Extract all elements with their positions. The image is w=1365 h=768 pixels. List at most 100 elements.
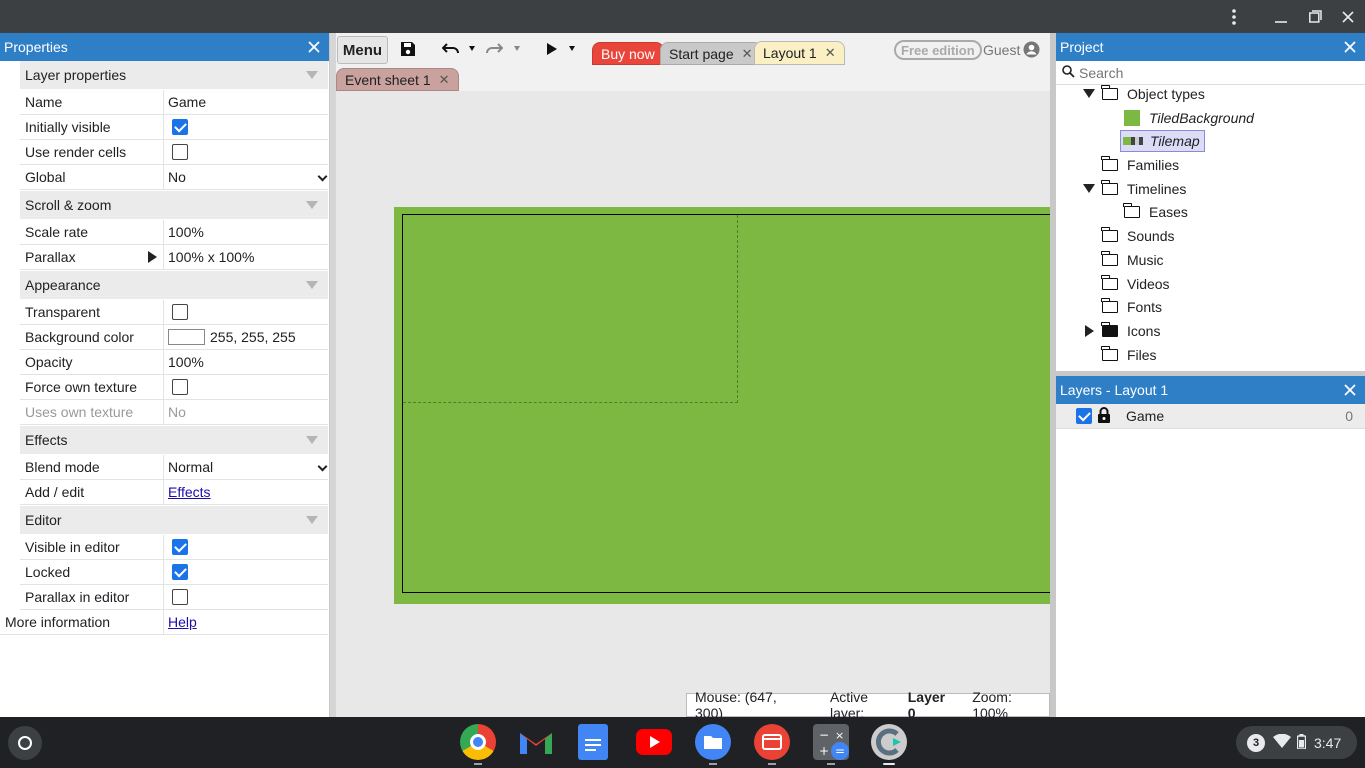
initially-visible-checkbox[interactable] — [172, 119, 188, 135]
global-select[interactable]: No — [164, 165, 328, 189]
opacity-value[interactable]: 100% — [164, 350, 328, 374]
svg-text:+: + — [819, 744, 829, 758]
name-value[interactable]: Game — [164, 90, 328, 114]
free-edition-badge[interactable]: Free edition — [894, 40, 982, 60]
collapse-arrow-icon[interactable] — [1083, 89, 1095, 98]
section-layer-properties[interactable]: Layer properties — [20, 61, 328, 89]
tree-label: Families — [1127, 157, 1180, 173]
collapse-icon[interactable] — [306, 281, 318, 289]
buy-now-tab[interactable]: Buy now — [592, 42, 664, 65]
collapse-icon[interactable] — [306, 71, 318, 79]
collapse-icon[interactable] — [306, 201, 318, 209]
visible-in-editor-checkbox[interactable] — [172, 539, 188, 555]
tree-videos[interactable]: Videos — [1101, 273, 1170, 295]
effects-link[interactable]: Effects — [168, 484, 211, 500]
minimize-icon[interactable] — [1264, 0, 1298, 33]
gmail-icon[interactable] — [518, 724, 554, 760]
tree-tiled-background[interactable]: TiledBackground — [1124, 107, 1254, 129]
close-tab-icon[interactable]: ✕ — [742, 46, 753, 62]
tab-layout-1[interactable]: Layout 1 ✕ — [754, 41, 845, 65]
redo-dropdown-icon[interactable] — [514, 46, 520, 51]
layout-view[interactable] — [336, 91, 1062, 717]
tree-families[interactable]: Families — [1101, 154, 1180, 176]
status-tray[interactable]: 3 3:47 — [1236, 726, 1357, 759]
scale-rate-value[interactable]: 100% — [164, 220, 328, 244]
more-options-icon[interactable] — [1217, 0, 1251, 33]
color-swatch[interactable] — [168, 329, 205, 345]
preview-play-icon[interactable] — [546, 42, 558, 59]
row-global: Global No — [20, 165, 328, 190]
launcher-button[interactable] — [8, 726, 42, 760]
svg-text:−: − — [819, 728, 829, 742]
layout-surface[interactable] — [394, 207, 1062, 604]
tree-object-types[interactable]: Object types — [1101, 83, 1205, 105]
tree-timelines[interactable]: Timelines — [1101, 178, 1186, 200]
tree-icons[interactable]: Icons — [1101, 320, 1161, 342]
collapse-icon[interactable] — [306, 436, 318, 444]
lock-icon[interactable] — [1097, 406, 1111, 426]
row-label: Parallax in editor — [20, 585, 164, 609]
row-label: Use render cells — [20, 140, 164, 164]
menu-button[interactable]: Menu — [337, 36, 388, 64]
youtube-icon[interactable] — [636, 729, 672, 755]
collapse-icon[interactable] — [306, 516, 318, 524]
preview-dropdown-icon[interactable] — [569, 46, 575, 51]
layer-row[interactable]: Game 0 — [1056, 404, 1365, 429]
search-input[interactable] — [1079, 64, 1349, 81]
tree-tilemap[interactable]: Tilemap — [1120, 130, 1205, 152]
collapse-arrow-icon[interactable] — [1083, 184, 1095, 193]
panel-splitter[interactable] — [330, 33, 336, 717]
close-window-icon[interactable] — [1331, 0, 1365, 33]
undo-icon[interactable] — [441, 42, 460, 59]
close-layers-icon[interactable] — [1341, 381, 1359, 399]
use-render-cells-checkbox[interactable] — [172, 144, 188, 160]
construct-icon[interactable] — [871, 724, 907, 760]
tab-start-page[interactable]: Start page ✕ — [660, 42, 762, 65]
undo-dropdown-icon[interactable] — [469, 46, 475, 51]
parallax-in-editor-checkbox[interactable] — [172, 589, 188, 605]
tree-music[interactable]: Music — [1101, 249, 1164, 271]
notification-badge[interactable]: 3 — [1247, 733, 1265, 752]
folder-icon — [1101, 85, 1118, 100]
close-properties-icon[interactable] — [305, 38, 323, 56]
tree-files[interactable]: Files — [1101, 344, 1157, 366]
force-own-texture-checkbox[interactable] — [172, 379, 188, 395]
row-uses-own-texture: Uses own texture No — [20, 400, 328, 425]
project-title: Project — [1060, 39, 1104, 55]
tree-eases[interactable]: Eases — [1123, 201, 1188, 223]
parallax-value[interactable]: 100% x 100% — [164, 245, 328, 269]
chrome-icon[interactable] — [460, 724, 496, 760]
files-icon[interactable] — [695, 724, 731, 760]
section-editor[interactable]: Editor — [20, 506, 328, 534]
section-appearance[interactable]: Appearance — [20, 271, 328, 299]
locked-checkbox[interactable] — [172, 564, 188, 580]
close-tab-icon[interactable]: ✕ — [825, 45, 836, 61]
guest-label[interactable]: Guest — [983, 42, 1020, 58]
folder-icon — [1101, 346, 1118, 361]
blend-mode-select[interactable]: Normal — [164, 455, 328, 479]
restore-icon[interactable] — [1298, 0, 1332, 33]
chevron-down-icon — [317, 171, 328, 182]
account-icon[interactable] — [1023, 41, 1040, 61]
screencast-icon[interactable] — [754, 724, 790, 760]
tree-fonts[interactable]: Fonts — [1101, 296, 1162, 318]
section-effects[interactable]: Effects — [20, 426, 328, 454]
project-search[interactable] — [1056, 61, 1365, 85]
docs-icon[interactable] — [578, 724, 608, 760]
redo-icon[interactable] — [485, 42, 504, 59]
close-tab-icon[interactable]: ✕ — [439, 72, 450, 88]
close-project-icon[interactable] — [1341, 38, 1359, 56]
section-scroll-zoom[interactable]: Scroll & zoom — [20, 191, 328, 219]
tilemap-icon — [1123, 137, 1143, 145]
tab-event-sheet-1[interactable]: Event sheet 1 ✕ — [336, 68, 459, 91]
tree-label: Icons — [1127, 323, 1161, 339]
expand-arrow-icon[interactable] — [148, 251, 157, 263]
clock: 3:47 — [1314, 734, 1342, 751]
help-link[interactable]: Help — [168, 614, 197, 630]
layer-visible-checkbox[interactable] — [1076, 408, 1092, 424]
calculator-icon[interactable]: − × + = — [813, 724, 849, 760]
save-icon[interactable] — [400, 41, 416, 60]
tree-sounds[interactable]: Sounds — [1101, 225, 1174, 247]
expand-arrow-icon[interactable] — [1085, 325, 1094, 337]
transparent-checkbox[interactable] — [172, 304, 188, 320]
